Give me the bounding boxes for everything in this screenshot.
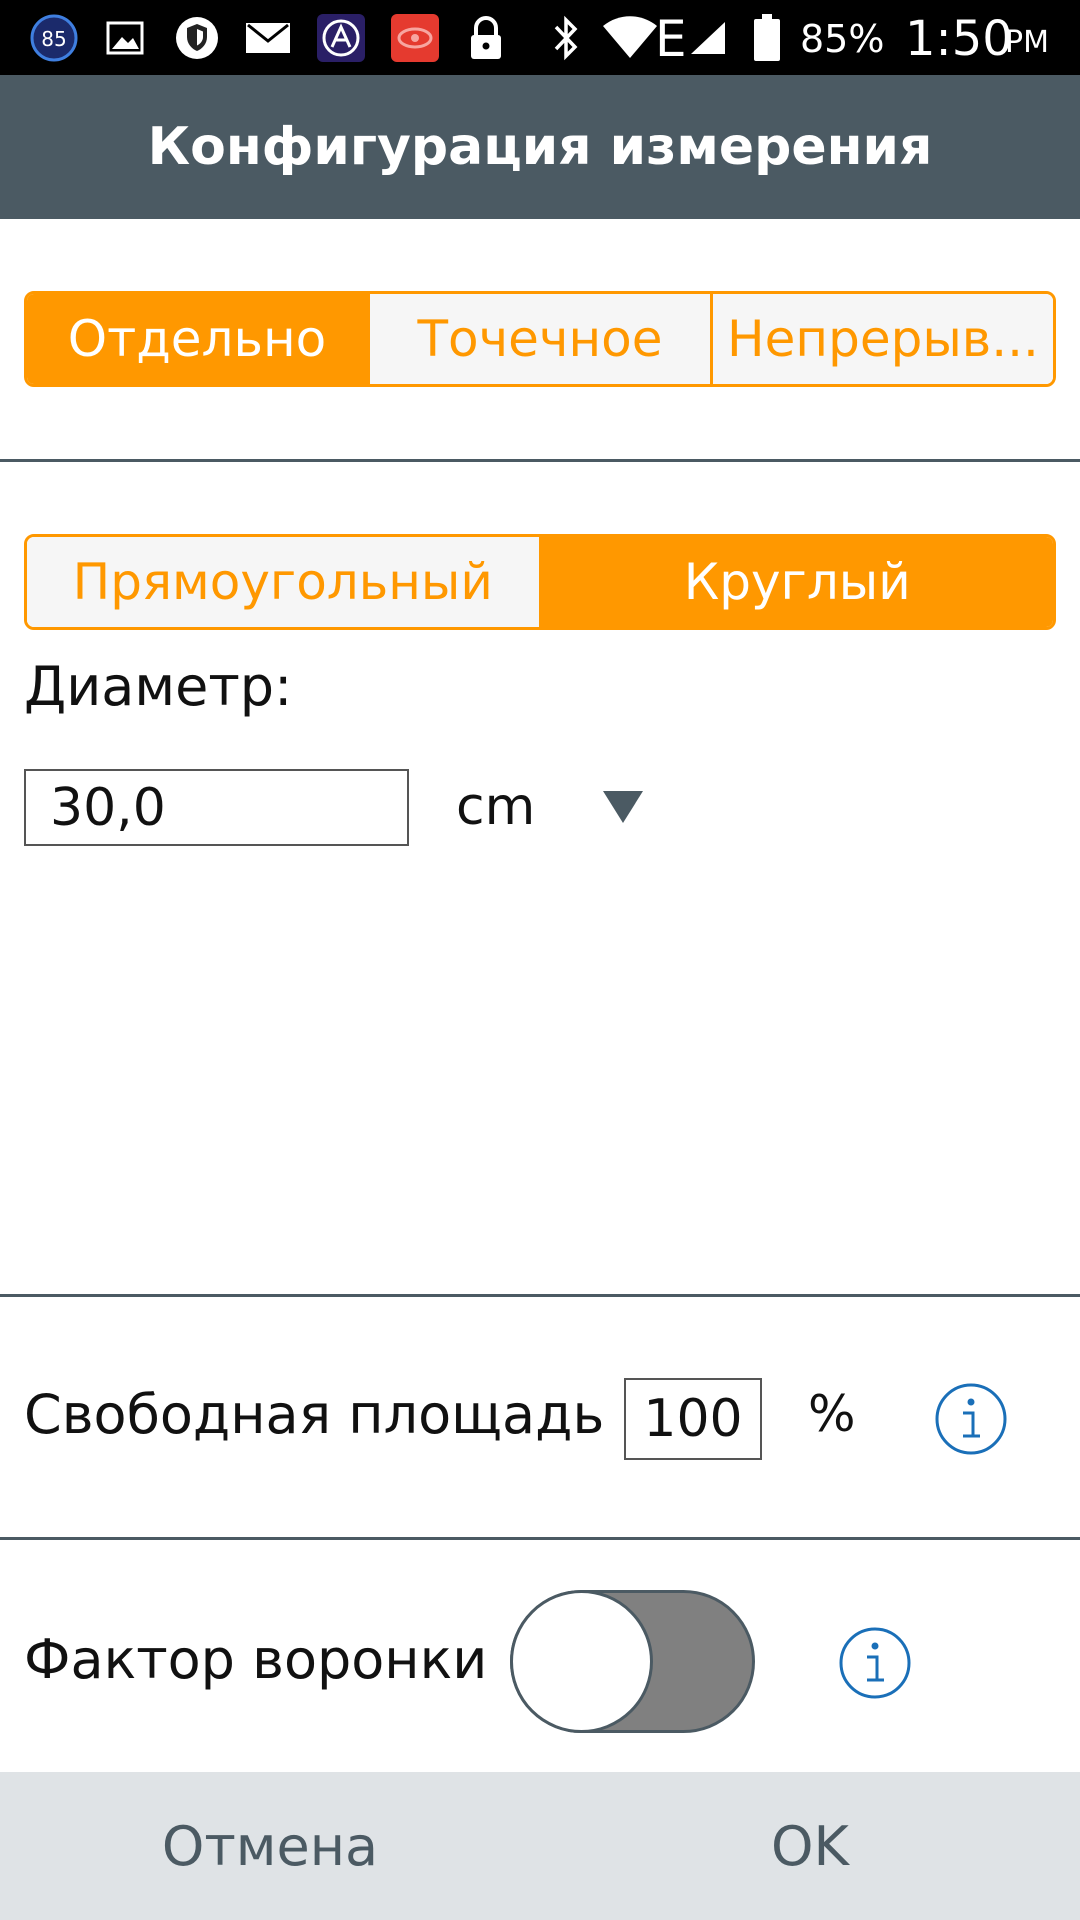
- svg-text:85: 85: [41, 27, 66, 51]
- tab-point[interactable]: Точечное: [367, 294, 710, 384]
- measurement-mode-tabs: Отдельно Точечное Непрерыв...: [24, 291, 1056, 387]
- dialog-footer: Отмена OK: [0, 1772, 1080, 1920]
- tab-continuous[interactable]: Непрерыв...: [710, 294, 1053, 384]
- funnel-factor-info-icon[interactable]: [838, 1626, 912, 1700]
- section-divider: [0, 1537, 1080, 1540]
- diameter-unit-select[interactable]: cm: [456, 777, 535, 837]
- free-area-input[interactable]: 100: [624, 1378, 762, 1460]
- clock-time: 1:50: [905, 11, 1013, 67]
- funnel-factor-label: Фактор воронки: [24, 1628, 488, 1691]
- signal-icon: [688, 13, 728, 63]
- section-divider: [0, 1294, 1080, 1297]
- gallery-icon: [105, 13, 145, 63]
- cancel-button[interactable]: Отмена: [0, 1772, 540, 1920]
- free-area-unit: %: [808, 1385, 856, 1443]
- lock-icon: [466, 13, 506, 63]
- duct-shape-tabs: Прямоугольный Круглый: [24, 534, 1056, 630]
- app-a-icon: [315, 13, 367, 63]
- free-area-label: Свободная площадь: [24, 1383, 605, 1446]
- free-area-info-icon[interactable]: [934, 1382, 1008, 1456]
- ok-button[interactable]: OK: [540, 1772, 1080, 1920]
- battery-icon: [752, 13, 782, 63]
- diameter-input[interactable]: 30,0: [24, 769, 409, 846]
- diameter-label: Диаметр:: [24, 655, 293, 718]
- tab-rectangular[interactable]: Прямоугольный: [27, 537, 539, 627]
- bluetooth-icon: [548, 13, 584, 63]
- toggle-knob: [510, 1590, 653, 1733]
- wifi-icon: [600, 13, 660, 63]
- section-divider: [0, 459, 1080, 462]
- shield-icon: [172, 13, 222, 63]
- clock-suffix: PM: [1005, 25, 1049, 60]
- dropdown-arrow-icon[interactable]: [603, 791, 643, 823]
- notification-count-icon: 85: [28, 13, 80, 63]
- status-bar: 85 E 85% 1:50 PM: [0, 0, 1080, 75]
- tab-single[interactable]: Отдельно: [27, 294, 367, 384]
- network-type-label: E: [655, 10, 687, 68]
- mail-icon: [243, 13, 293, 63]
- eye-app-icon: [389, 13, 441, 63]
- tab-round[interactable]: Круглый: [538, 537, 1053, 627]
- battery-percent: 85%: [800, 17, 885, 61]
- funnel-factor-toggle[interactable]: [510, 1590, 755, 1733]
- page-title: Конфигурация измерения: [0, 75, 1080, 219]
